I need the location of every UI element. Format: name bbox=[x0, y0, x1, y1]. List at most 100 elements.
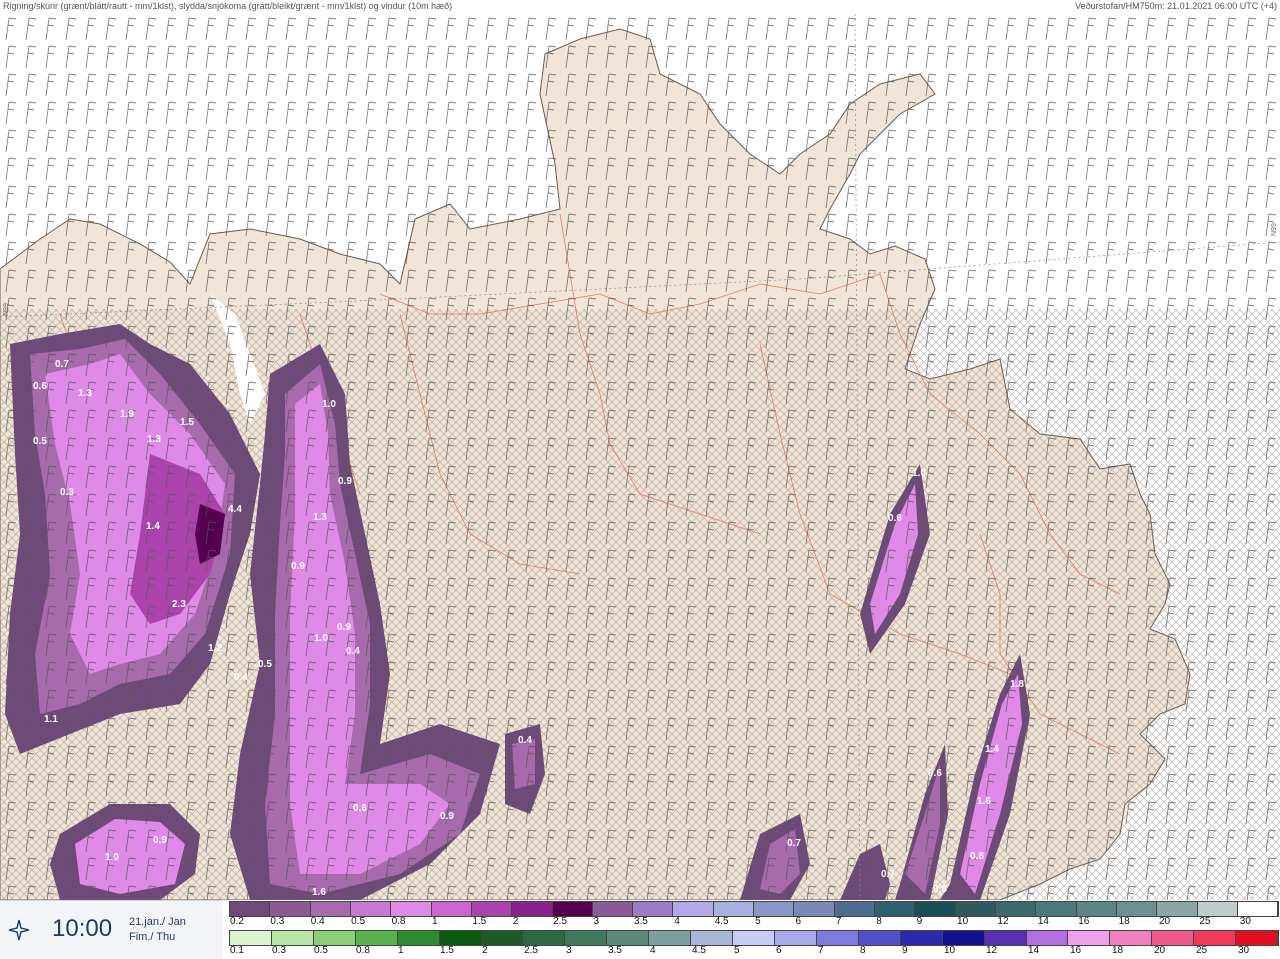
scale-label: 7 bbox=[835, 916, 842, 927]
scale-label: 4.5 bbox=[714, 916, 729, 927]
precip-value-label: 1.6 bbox=[312, 887, 326, 898]
precip-value-label: 0.9 bbox=[440, 811, 454, 822]
scale-swatch bbox=[439, 931, 482, 945]
scale-swatch bbox=[1157, 902, 1198, 916]
scale-swatch bbox=[270, 902, 311, 916]
scale-label: 9 bbox=[916, 916, 923, 927]
scale-swatch bbox=[713, 902, 755, 916]
scale-swatch bbox=[633, 902, 674, 916]
scale-swatch bbox=[794, 902, 835, 916]
grid-label-right: N99 bbox=[1271, 223, 1278, 236]
scale-swatch bbox=[355, 931, 398, 945]
forecast-weekday: Fim./ Thu bbox=[129, 931, 176, 943]
scale-label: 0.5 bbox=[351, 916, 366, 927]
scale-swatch bbox=[313, 931, 356, 945]
scale-swatch bbox=[1068, 931, 1111, 945]
scale-swatch bbox=[754, 902, 795, 916]
scale-label: 0.3 bbox=[272, 945, 286, 956]
precip-value-label: 1.5 bbox=[180, 417, 194, 428]
precip-value-label: 1.3 bbox=[78, 388, 92, 399]
scale-label: 4 bbox=[674, 916, 680, 927]
precip-value-label: 1.6 bbox=[977, 796, 991, 807]
header: Rigning/skúrir (grænt/blátt/rautt - mm/1… bbox=[0, 0, 1280, 14]
scale-swatch bbox=[1237, 902, 1279, 916]
scale-label: 10 bbox=[957, 916, 969, 927]
precip-value-label: 0.3 bbox=[60, 487, 74, 498]
precip-value-label: 0.9 bbox=[338, 476, 352, 487]
scale-swatch bbox=[471, 902, 513, 916]
precip-value-label: 1.0 bbox=[322, 399, 336, 410]
precip-value-label: 0.8 bbox=[970, 851, 984, 862]
scale-label: 16 bbox=[1070, 945, 1082, 956]
scale-swatch bbox=[1076, 902, 1117, 916]
scale-swatch bbox=[523, 931, 566, 945]
scale-label: 20 bbox=[1158, 916, 1171, 927]
precip-value-label: 0.5 bbox=[258, 659, 272, 670]
scale-swatch bbox=[1236, 931, 1279, 945]
scale-label: 9 bbox=[902, 945, 908, 956]
scale-label: 6 bbox=[795, 916, 802, 927]
precip-value-label: 0.6 bbox=[928, 768, 942, 779]
scale-label: 5 bbox=[734, 945, 740, 956]
scale-swatch bbox=[397, 931, 440, 945]
scale-swatch bbox=[774, 931, 817, 945]
precip-value-label: 1.4 bbox=[146, 521, 160, 532]
scale-swatch bbox=[649, 931, 692, 945]
scale-swatch bbox=[552, 902, 593, 916]
scale-label: 25 bbox=[1196, 945, 1208, 956]
scale-label: 1 bbox=[398, 945, 404, 956]
scale-label: 6 bbox=[776, 945, 782, 956]
scale-label: 0.5 bbox=[314, 945, 328, 956]
scale-swatch bbox=[512, 902, 553, 916]
scale-label: 1 bbox=[431, 916, 438, 927]
scale-label: 16 bbox=[1078, 916, 1090, 927]
scale-label: 3 bbox=[566, 945, 572, 956]
scale-label: 12 bbox=[997, 916, 1009, 927]
precip-value-label: 1.3 bbox=[147, 434, 161, 445]
precip-value-label: 0.7 bbox=[55, 359, 69, 370]
scale-label: 30 bbox=[1238, 945, 1250, 956]
scale-swatch bbox=[1026, 931, 1069, 945]
precip-value-label: 1.0 bbox=[105, 852, 119, 863]
precip-value-label: 0.7 bbox=[787, 838, 801, 849]
scale-label: 25 bbox=[1199, 916, 1211, 927]
time-panel[interactable]: 10:00 21.jan./ Jan Fim./ Thu bbox=[0, 900, 222, 959]
precip-value-label: 0.9 bbox=[153, 835, 167, 846]
scale-label: 0.3 bbox=[270, 916, 285, 927]
precip-value-label: 1.4 bbox=[985, 744, 999, 755]
scale-label: 4 bbox=[650, 945, 656, 956]
precip-value-label: 0.6 bbox=[353, 803, 367, 814]
scale-swatch bbox=[350, 902, 392, 916]
scale-label: 2 bbox=[482, 945, 488, 956]
scale-label: 0.1 bbox=[230, 945, 244, 956]
scale-swatch bbox=[816, 931, 859, 945]
scale-label: 18 bbox=[1118, 916, 1130, 927]
map-canvas: N99 N99 0.7 0.6 1.3 1.9 1.5 0.5 1.3 0.3 4.4 1.4 2.… bbox=[0, 13, 1280, 901]
scale-swatch bbox=[875, 902, 916, 916]
precip-value-label: 0.4 bbox=[346, 646, 360, 657]
precip-value-label: 1.1 bbox=[44, 714, 58, 725]
scale-swatch bbox=[481, 931, 524, 945]
scale-label: 12 bbox=[986, 945, 998, 956]
scale-swatch bbox=[942, 931, 985, 945]
precip-value-label: 0.9 bbox=[291, 561, 305, 572]
scale-label: 1.5 bbox=[472, 916, 487, 927]
snow-scale-labels: 0.2 0.3 0.4 0.5 0.8 1 1.5 2 2.5 3 3.5 4 4.5 5 6 7 8 9 10 12… bbox=[229, 916, 1279, 928]
scale-label: 1.5 bbox=[440, 945, 454, 956]
weather-map[interactable]: N99 N99 0.7 0.6 1.3 1.9 1.5 0.5 1.3 0.3 4.4 1.4 2.… bbox=[0, 13, 1280, 901]
scale-label: 10 bbox=[944, 945, 956, 956]
precip-value-label: 0.9 bbox=[337, 622, 351, 633]
precip-value-label: 0.6 bbox=[33, 381, 47, 392]
precip-value-label: 2.3 bbox=[172, 599, 186, 610]
scale-swatch bbox=[230, 931, 272, 945]
scale-label: 2 bbox=[512, 916, 519, 927]
scale-swatch bbox=[995, 902, 1037, 916]
precip-value-label: 1.2 bbox=[208, 643, 222, 654]
scale-label: 30 bbox=[1239, 916, 1251, 927]
scale-label: 18 bbox=[1112, 945, 1124, 956]
animation-star-icon[interactable] bbox=[8, 919, 30, 941]
scale-swatch bbox=[858, 931, 901, 945]
scale-swatch bbox=[955, 902, 996, 916]
scale-label: 3 bbox=[593, 916, 600, 927]
scale-swatch bbox=[230, 902, 271, 916]
